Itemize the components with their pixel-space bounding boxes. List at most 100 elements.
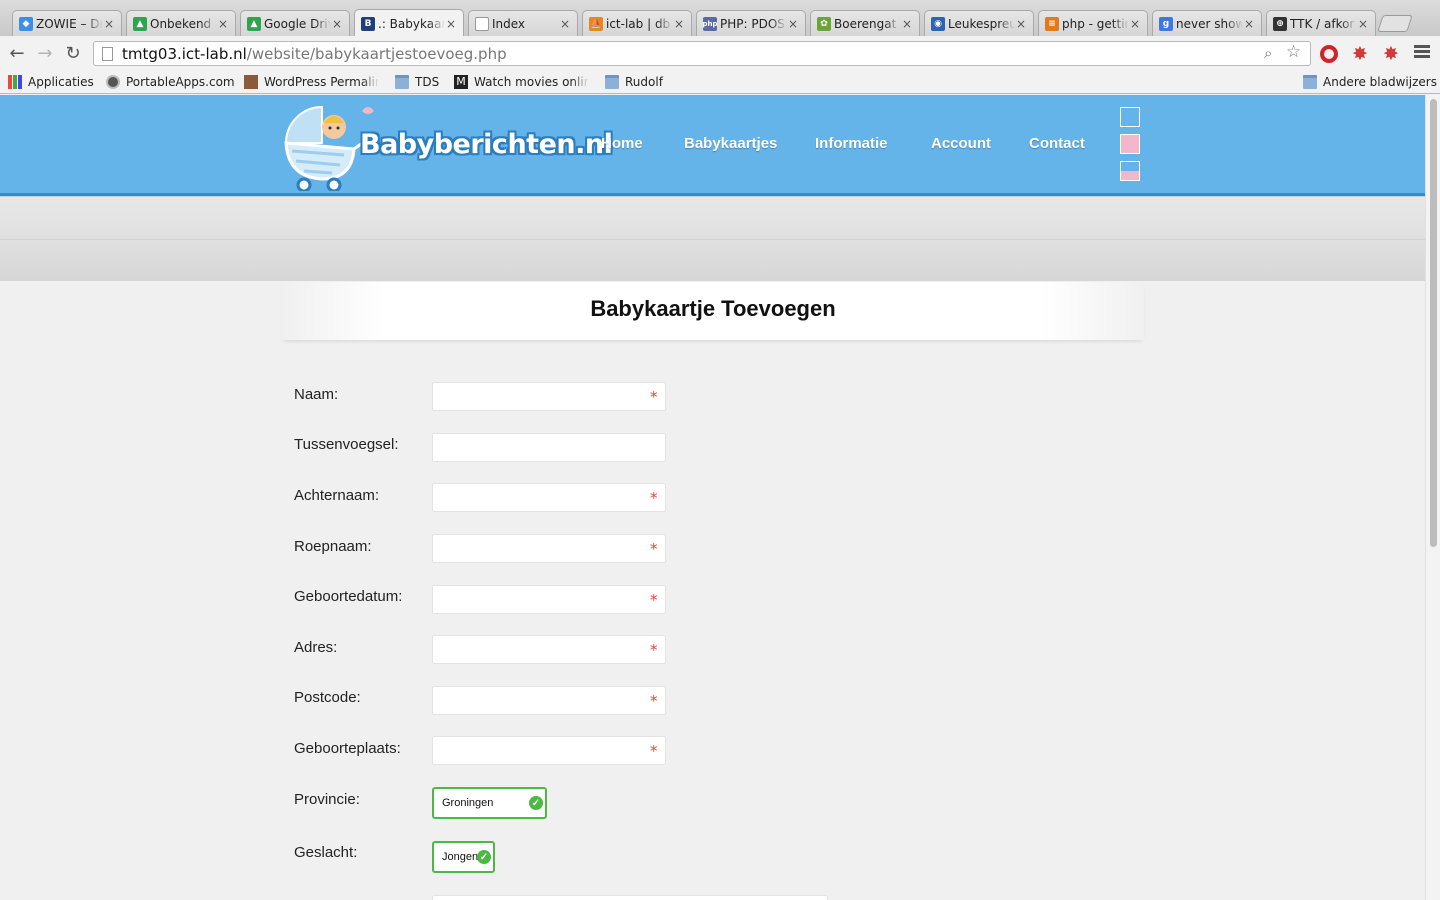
label-provincie: Provincie: — [294, 791, 360, 808]
bookmark-label: Rudolf — [625, 75, 663, 89]
close-icon[interactable]: × — [559, 17, 571, 31]
tussenvoegsel-input[interactable] — [432, 433, 666, 462]
geslacht-select[interactable]: Jongen ✓ — [432, 841, 495, 873]
geboorteplaats-input[interactable] — [432, 736, 666, 765]
close-icon[interactable]: × — [1129, 17, 1141, 31]
browser-tab[interactable]: ≡ php - gettin × — [1038, 10, 1148, 36]
tab-title: Boerengat — [834, 16, 897, 31]
close-icon[interactable]: × — [901, 17, 913, 31]
browser-tab[interactable]: ◉ Leukespreu × — [924, 10, 1034, 36]
label-naam: Naam: — [294, 386, 339, 403]
bookmark-label: Watch movies online — [474, 75, 589, 89]
search-icon[interactable]: ⌕ — [1264, 44, 1272, 62]
page-icon — [102, 46, 113, 61]
bookmark-portableapps[interactable]: PortableApps.com — [106, 73, 235, 91]
naam-input[interactable] — [432, 382, 666, 411]
browser-tab[interactable]: Index × — [468, 10, 578, 36]
url-host: tmtg03.ict-lab.nl — [122, 44, 247, 63]
geboortedatum-input[interactable] — [432, 585, 666, 614]
site-icon: ◉ — [931, 16, 945, 31]
close-icon[interactable]: × — [1357, 17, 1369, 31]
web-page: Babyberichten.nl Home Babykaartjes Infor… — [0, 95, 1425, 900]
browser-tab[interactable]: ▲ Onbekend - × — [126, 10, 236, 36]
browser-tab[interactable]: ⊕ TTK / afkor × — [1266, 10, 1376, 36]
roepnaam-input[interactable] — [432, 534, 666, 563]
close-icon[interactable]: × — [445, 17, 457, 31]
achternaam-input[interactable] — [432, 483, 666, 512]
close-icon[interactable]: × — [217, 17, 229, 31]
drive-icon: ▲ — [133, 16, 147, 31]
nav-home[interactable]: Home — [601, 135, 643, 152]
browser-toolbar: ← → ↻ tmtg03.ict-lab.nl/website/babykaar… — [0, 36, 1440, 70]
browser-tab[interactable]: php PHP: PDOSt × — [696, 10, 806, 36]
b-icon: B — [361, 16, 375, 31]
close-icon[interactable]: × — [331, 17, 343, 31]
required-marker: * — [650, 540, 658, 558]
provincie-value: Groningen — [442, 797, 494, 809]
browser-tab[interactable]: ◆ ZOWIE – Dr × — [12, 10, 122, 36]
provincie-select[interactable]: Groningen ✓ — [432, 787, 547, 819]
browser-tab[interactable]: ✿ Boerengat × — [810, 10, 920, 36]
opera-extension-icon[interactable] — [1320, 45, 1338, 63]
close-icon[interactable]: × — [787, 17, 799, 31]
bookmark-folder-rudolf[interactable]: Rudolf — [605, 73, 663, 91]
tab-title: Index — [492, 16, 526, 31]
scrollbar-thumb[interactable] — [1430, 99, 1437, 547]
bookmark-label: Applicaties — [28, 75, 94, 89]
wordpress-icon — [244, 75, 258, 89]
theme-blue-button[interactable] — [1120, 107, 1140, 127]
theme-pink-button[interactable] — [1120, 134, 1140, 154]
label-postcode: Postcode: — [294, 689, 361, 706]
google-icon: g — [1159, 16, 1173, 31]
close-icon[interactable]: × — [1243, 17, 1255, 31]
site-header: Babyberichten.nl Home Babykaartjes Infor… — [0, 95, 1425, 196]
folder-icon — [605, 75, 619, 89]
gear-extension-icon[interactable]: ✸ — [1350, 43, 1370, 65]
label-tussenvoegsel: Tussenvoegsel: — [294, 436, 399, 453]
theme-mixed-button[interactable] — [1120, 161, 1140, 181]
close-icon[interactable]: × — [673, 17, 685, 31]
bookmark-wordpress[interactable]: WordPress Permalink — [244, 73, 379, 91]
reload-button[interactable]: ↻ — [62, 42, 84, 64]
browser-tab[interactable]: ▲ Google Driv × — [240, 10, 350, 36]
nav-informatie[interactable]: Informatie — [815, 135, 888, 152]
tab-title: php - gettin — [1062, 16, 1129, 31]
adres-input[interactable] — [432, 635, 666, 664]
menu-button[interactable] — [1414, 45, 1430, 59]
required-marker: * — [650, 489, 658, 507]
nav-account[interactable]: Account — [931, 135, 991, 152]
tab-title: ZOWIE – Dr — [36, 16, 103, 31]
page-scrollbar[interactable] — [1425, 95, 1440, 900]
site-logo[interactable]: Babyberichten.nl — [282, 99, 613, 193]
page-icon — [475, 16, 489, 31]
divider — [0, 239, 1425, 240]
dropbox-icon: ◆ — [19, 16, 33, 31]
stackoverflow-icon: ≡ — [1045, 16, 1059, 31]
postcode-input[interactable] — [432, 686, 666, 715]
nav-contact[interactable]: Contact — [1029, 135, 1085, 152]
browser-tab-active[interactable]: B .: Babykaart × — [354, 9, 464, 37]
browser-tab[interactable]: ⛵ ict-lab | db × — [582, 10, 692, 36]
url-path: /website/babykaartjestoevoeg.php — [246, 44, 507, 63]
back-button[interactable]: ← — [6, 42, 28, 64]
tab-title: TTK / afkor — [1290, 16, 1355, 31]
star-icon[interactable]: ☆ — [1286, 42, 1301, 62]
movies-icon: M — [454, 75, 468, 89]
bookmark-applicaties[interactable]: Applicaties — [8, 73, 94, 91]
bookmark-movies[interactable]: M Watch movies online — [454, 73, 589, 91]
browser-tab[interactable]: g never show × — [1152, 10, 1262, 36]
new-tab-button[interactable] — [1377, 15, 1413, 32]
gear-extension-icon[interactable]: ✸ — [1381, 43, 1401, 65]
next-field-partial[interactable] — [432, 895, 828, 900]
bookmark-folder-tds[interactable]: TDS — [395, 73, 439, 91]
tab-title: Onbekend - — [150, 16, 217, 31]
other-bookmarks[interactable]: Andere bladwijzers — [1303, 73, 1437, 91]
address-bar[interactable]: tmtg03.ict-lab.nl/website/babykaartjesto… — [93, 41, 1311, 66]
tab-title: .: Babykaart — [378, 16, 445, 31]
close-icon[interactable]: × — [1015, 17, 1027, 31]
check-icon: ✓ — [477, 850, 491, 864]
nav-babykaartjes[interactable]: Babykaartjes — [684, 135, 777, 152]
close-icon[interactable]: × — [103, 17, 115, 31]
forward-button[interactable]: → — [34, 42, 56, 64]
php-icon: php — [703, 16, 718, 31]
